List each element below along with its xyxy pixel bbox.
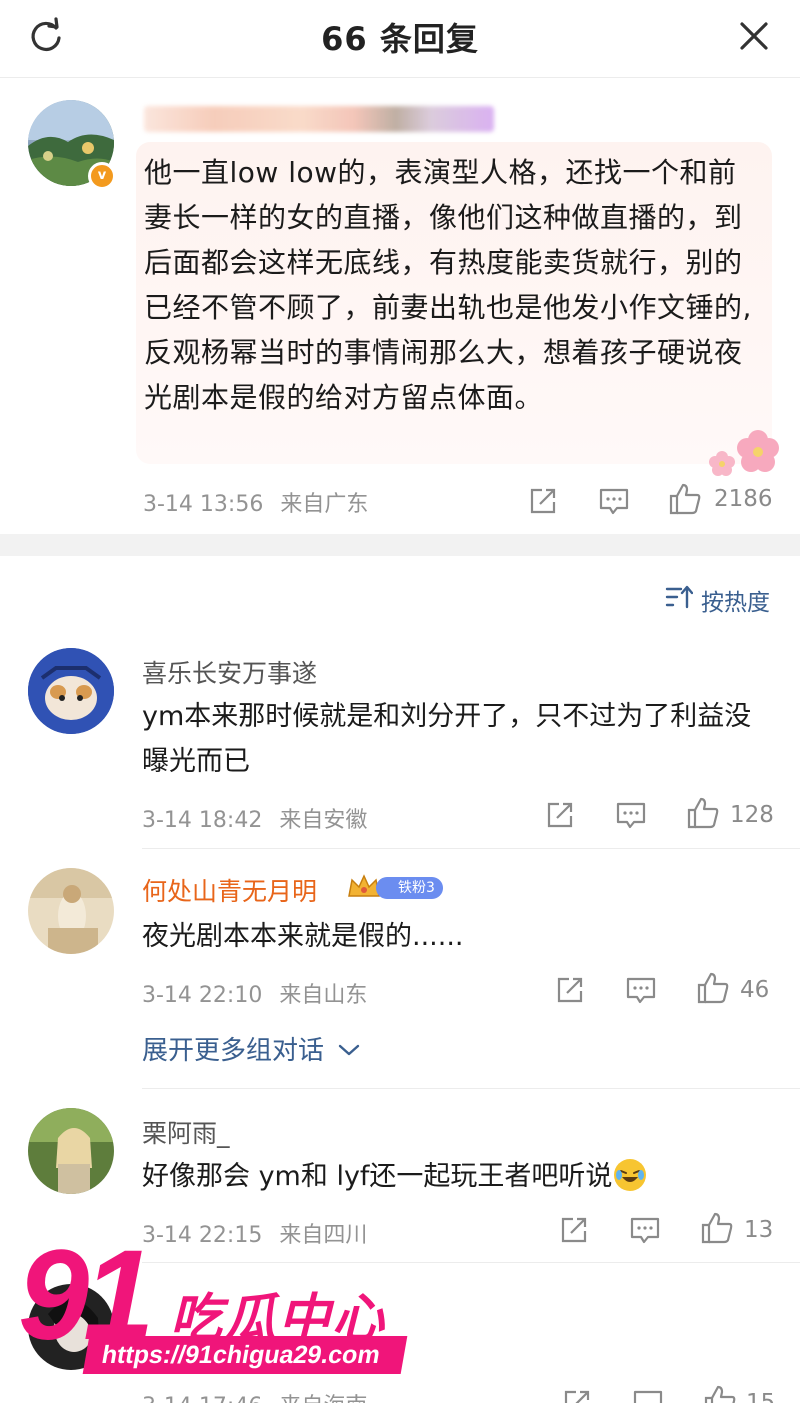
reply-text: 夜光剧本本来就是假的...... xyxy=(142,921,464,952)
reply-meta: 3-14 18:42 来自安徽 xyxy=(142,802,367,834)
close-icon[interactable] xyxy=(734,16,774,56)
reply-page: 66 条回复 v 他一直low low的，表演型人格，还找一个和前妻长一样的女的… xyxy=(0,0,800,1403)
laughing-crying-emoji-icon xyxy=(614,1159,647,1191)
expand-conversations-link[interactable]: 展开更多组对话 xyxy=(142,1030,360,1067)
reply-location: 来自安徽 xyxy=(279,808,368,833)
share-icon[interactable] xyxy=(555,975,585,1005)
comment-icon[interactable] xyxy=(625,975,657,1005)
comment-meta: 3-14 13:56 来自广东 xyxy=(143,486,368,518)
reply-username[interactable]: 何处山青无月明 xyxy=(142,872,317,908)
share-icon[interactable] xyxy=(545,800,575,830)
section-divider xyxy=(0,534,800,556)
comment-icon[interactable] xyxy=(632,1388,664,1403)
share-icon[interactable] xyxy=(562,1388,592,1403)
avatar[interactable] xyxy=(28,868,114,954)
reply-location: 来自山东 xyxy=(279,983,368,1008)
reply-time: 3-14 18:42 xyxy=(142,808,263,833)
reply-meta: 3-14 22:10 来自山东 xyxy=(142,977,367,1009)
main-comment: v 他一直low low的，表演型人格，还找一个和前妻长一样的女的直播，像他们这… xyxy=(0,78,800,534)
like-count: 2186 xyxy=(714,486,773,512)
chevron-down-icon xyxy=(338,1034,360,1064)
share-icon[interactable] xyxy=(559,1215,589,1245)
reply-text: ym本来那时候就是和刘分开了，只不过为了利益没曝光而已 xyxy=(142,701,752,777)
reply-meta: 3-14 17:46 来自海南 xyxy=(142,1388,367,1403)
comment-icon[interactable] xyxy=(598,486,630,516)
like-count: 128 xyxy=(730,802,774,828)
verified-badge: v xyxy=(88,162,116,190)
reply-text-body: 好像那会 ym和 lyf还一起玩王者吧听说 xyxy=(142,1161,613,1192)
comment-time: 3-14 13:56 xyxy=(143,492,264,517)
like-icon[interactable] xyxy=(686,796,720,830)
avatar[interactable] xyxy=(28,648,114,734)
like-count: 15 xyxy=(746,1390,776,1403)
reply-username[interactable]: 喜乐长安万事遂 xyxy=(142,654,317,690)
reply-separator xyxy=(142,1088,800,1089)
comment-icon[interactable] xyxy=(629,1215,661,1245)
reply-time: 3-14 22:10 xyxy=(142,983,263,1008)
page-title: 66 条回复 xyxy=(321,20,479,58)
reply-location: 来自海南 xyxy=(279,1394,367,1403)
like-count: 13 xyxy=(744,1217,774,1243)
expand-label: 展开更多组对话 xyxy=(142,1036,325,1066)
sort-label: 按热度 xyxy=(701,590,770,616)
comment-text: 他一直low low的，表演型人格，还找一个和前妻长一样的女的直播，像他们这种做… xyxy=(144,156,752,414)
header-bar: 66 条回复 xyxy=(0,0,800,78)
sort-icon xyxy=(665,584,694,616)
reply-time: 3-14 17:46 xyxy=(142,1394,262,1403)
reply-separator xyxy=(142,848,800,849)
like-count: 46 xyxy=(740,977,770,1003)
like-icon[interactable] xyxy=(703,1384,737,1403)
comment-icon[interactable] xyxy=(615,800,647,830)
flower-decoration-icon xyxy=(700,428,790,478)
username-blurred xyxy=(144,106,494,132)
share-icon[interactable] xyxy=(528,486,558,516)
like-icon[interactable] xyxy=(700,1211,734,1245)
watermark-url: https://91chigua29.com xyxy=(82,1336,408,1374)
avatar[interactable] xyxy=(28,1108,114,1194)
like-icon[interactable] xyxy=(696,971,730,1005)
reply-text: 好像那会 ym和 lyf还一起玩王者吧听说 xyxy=(142,1154,772,1199)
watermark-logo: 91 吃瓜中心 https://91chigua29.com xyxy=(14,1232,414,1382)
comment-location: 来自广东 xyxy=(280,492,369,517)
fan-badge: 铁粉3 xyxy=(376,877,443,899)
like-icon[interactable] xyxy=(668,482,702,516)
sort-by-heat-button[interactable]: 按热度 xyxy=(665,584,770,616)
reply-username[interactable]: 栗阿雨_ xyxy=(142,1114,230,1150)
